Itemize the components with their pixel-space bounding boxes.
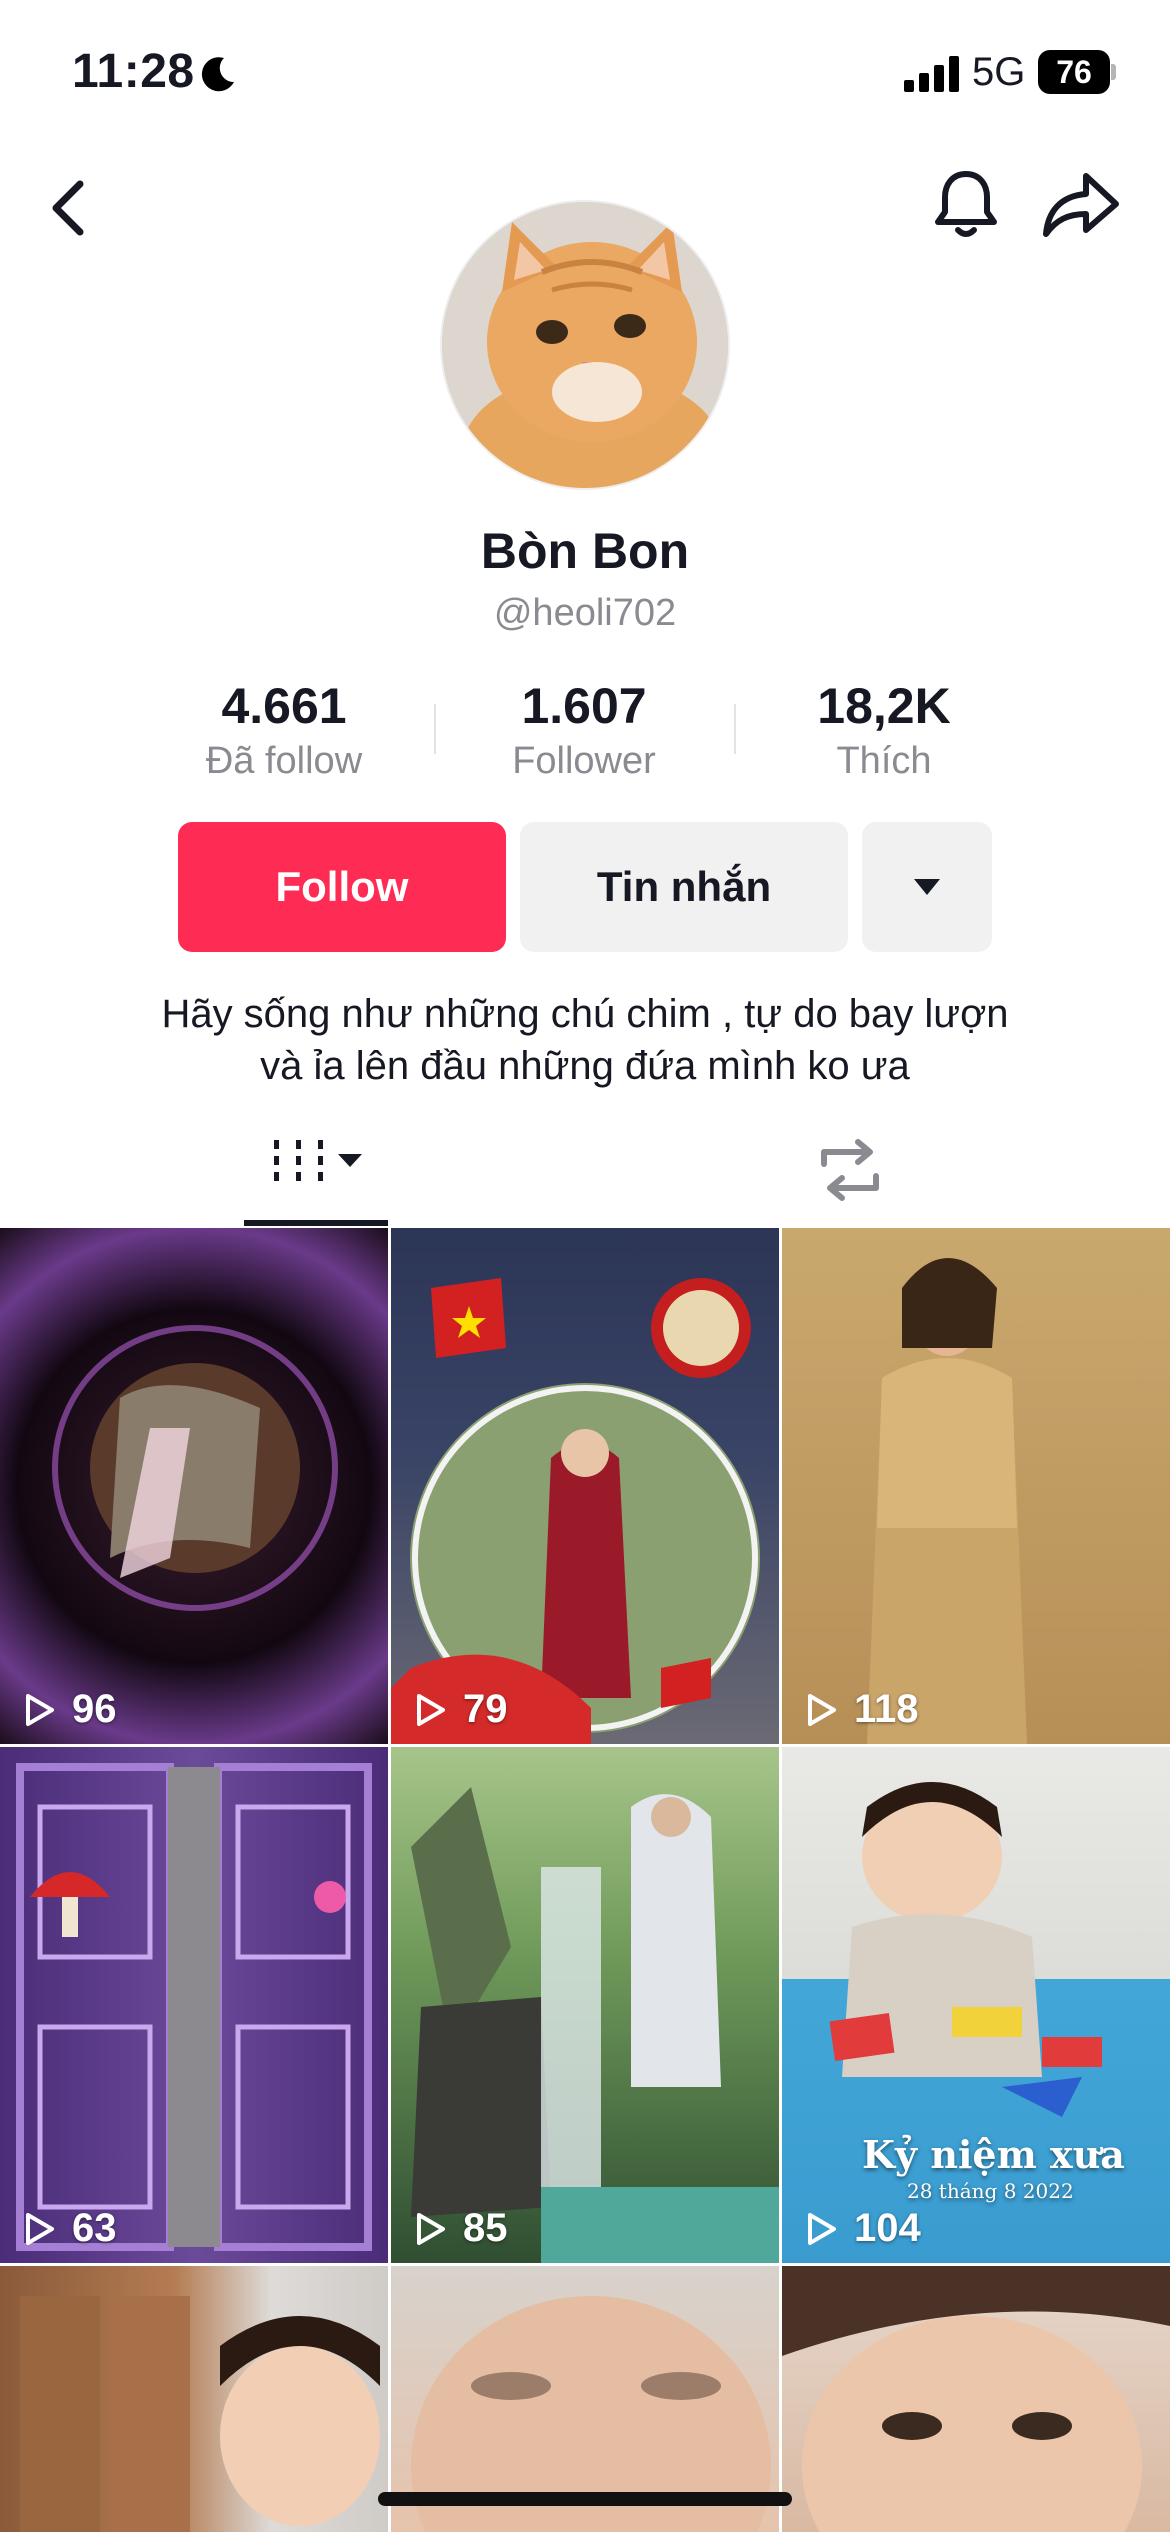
video-thumbnail[interactable]: Kỷ niệm xưa 28 tháng 8 2022 104 xyxy=(782,1747,1170,2263)
active-tab-indicator xyxy=(244,1220,388,1226)
home-indicator[interactable] xyxy=(378,2492,792,2506)
profile-stats: 4.661 Đã follow 1.607 Follower 18,2K Thí… xyxy=(0,676,1170,786)
bio-line: và ỉa lên đầu những đứa mình ko ưa xyxy=(260,1044,910,1088)
thumbnail-art xyxy=(52,1325,338,1611)
display-name: Bòn Bon xyxy=(480,523,690,579)
thumbnail-art xyxy=(20,2296,380,2532)
battery-cap xyxy=(1111,64,1116,80)
stat-likes-label: Thích xyxy=(836,740,932,782)
status-time: 11:28 xyxy=(72,45,195,98)
view-count: 104 xyxy=(800,2206,921,2251)
avatar[interactable] xyxy=(440,200,730,490)
profile-bio: Hãy sống như những chú chim , tự do bay … xyxy=(0,988,1170,1092)
video-thumbnail[interactable]: 79 xyxy=(391,1228,779,1744)
stat-following[interactable]: 4.661 Đã follow xyxy=(134,676,434,786)
status-bar: 11:28 5G 76 xyxy=(0,0,1170,150)
battery-icon: 76 xyxy=(1038,50,1116,94)
video-thumbnail[interactable]: 85 xyxy=(391,1747,779,2263)
follow-button[interactable]: Follow xyxy=(178,822,506,952)
view-count: 118 xyxy=(800,1687,919,1732)
moon-icon xyxy=(201,57,234,92)
profile-tabs xyxy=(0,1110,1170,1228)
video-caption-date: 28 tháng 8 2022 xyxy=(907,2179,1074,2203)
play-outline-icon xyxy=(26,2212,54,2245)
video-grid: 96 79 118 63 85 Kỷ niệm xưa 28 tháng 8 2… xyxy=(0,1228,1170,2532)
video-caption: Kỷ niệm xưa xyxy=(862,2132,1125,2177)
play-outline-icon xyxy=(26,1693,54,1726)
thumbnail-art xyxy=(867,1258,1027,1744)
message-button[interactable]: Tin nhắn xyxy=(520,822,848,952)
video-thumbnail[interactable]: 118 xyxy=(782,1228,1170,1744)
thumbnail-art xyxy=(411,1787,779,2263)
cat-avatar-image xyxy=(442,202,728,488)
stat-following-label: Đã follow xyxy=(205,740,363,782)
view-count: 85 xyxy=(409,2206,508,2251)
view-count-number: 85 xyxy=(463,2206,508,2250)
network-type: 5G xyxy=(972,50,1026,94)
play-outline-icon xyxy=(808,1693,836,1726)
bell-icon[interactable] xyxy=(930,164,1002,244)
battery-level: 76 xyxy=(1038,50,1110,94)
view-count: 96 xyxy=(18,1687,117,1732)
tab-videos[interactable] xyxy=(244,1110,388,1228)
stat-likes-count: 18,2K xyxy=(817,678,951,734)
back-button[interactable] xyxy=(40,172,96,244)
signal-icon xyxy=(904,56,959,92)
suggested-accounts-button[interactable] xyxy=(862,822,992,952)
video-thumbnail[interactable] xyxy=(0,2266,388,2532)
caret-down-icon xyxy=(914,879,940,895)
thumbnail-art xyxy=(391,1278,760,1744)
view-count-number: 63 xyxy=(72,2206,117,2250)
view-count-number: 79 xyxy=(463,1687,508,1731)
share-arrow-icon[interactable] xyxy=(1040,168,1122,240)
stat-likes[interactable]: 18,2K Thích xyxy=(734,676,1034,786)
view-count: 63 xyxy=(18,2206,117,2251)
bio-line: Hãy sống như những chú chim , tự do bay … xyxy=(161,992,1009,1036)
video-thumbnail[interactable]: 96 xyxy=(0,1228,388,1744)
username-handle: @heoli702 xyxy=(493,592,677,634)
stat-followers-label: Follower xyxy=(512,740,656,782)
stat-followers[interactable]: 1.607 Follower xyxy=(434,676,734,786)
view-count-number: 96 xyxy=(72,1687,117,1731)
thumbnail-art xyxy=(782,2266,1170,2532)
repost-icon[interactable] xyxy=(810,1134,890,1206)
thumbnail-art xyxy=(16,1763,372,2251)
play-outline-icon xyxy=(417,2212,445,2245)
view-count-number: 104 xyxy=(854,2206,921,2250)
stat-followers-count: 1.607 xyxy=(521,678,647,734)
video-thumbnail[interactable]: 63 xyxy=(0,1747,388,2263)
video-thumbnail[interactable] xyxy=(782,2266,1170,2532)
play-outline-icon xyxy=(808,2212,836,2245)
view-count-number: 118 xyxy=(854,1687,919,1731)
view-count: 79 xyxy=(409,1687,508,1732)
stat-following-count: 4.661 xyxy=(221,678,347,734)
play-outline-icon xyxy=(417,1693,445,1726)
grid-icon xyxy=(274,1140,323,1181)
